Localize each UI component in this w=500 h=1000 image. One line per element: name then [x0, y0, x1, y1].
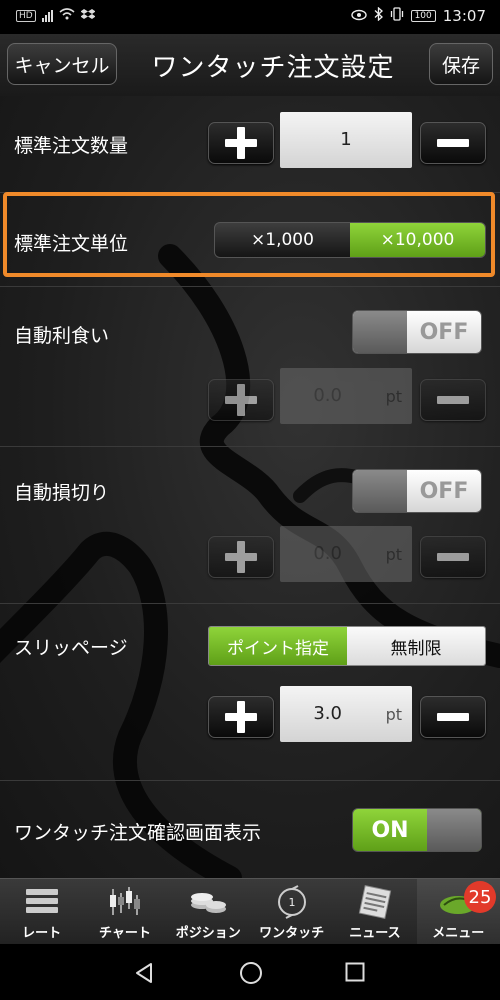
take-profit-label: 自動利食い [14, 325, 110, 347]
status-left: HD [16, 8, 96, 23]
tab-label: メニュー [432, 926, 485, 941]
unit-option-10000[interactable]: ×10,000 [350, 223, 485, 257]
tab-news[interactable]: ニュース [333, 879, 416, 945]
slippage-unit: pt [385, 705, 402, 724]
stop-loss-value-field[interactable]: 0.0 pt [280, 526, 412, 582]
toggle-state: OFF [419, 478, 469, 504]
dropbox-icon [80, 8, 96, 23]
slippage-segmented-control: ポイント指定 無制限 [208, 626, 486, 666]
stop-loss-unit: pt [385, 545, 402, 564]
toggle-state: ON [371, 817, 409, 843]
slippage-option-unlimited[interactable]: 無制限 [347, 627, 485, 665]
confirm-screen-label: ワンタッチ注文確認画面表示 [14, 822, 262, 844]
slippage-minus-button[interactable] [420, 696, 486, 738]
notification-badge: 25 [463, 881, 496, 913]
toggle-knob [427, 809, 481, 851]
wifi-icon [59, 8, 75, 23]
tab-label: ワンタッチ [259, 926, 325, 941]
newspaper-icon [358, 885, 392, 919]
tab-label: ニュース [349, 926, 401, 941]
stop-loss-label: 自動損切り [14, 482, 110, 504]
tab-label: ポジション [175, 926, 241, 941]
hd-badge: HD [16, 9, 36, 22]
stop-loss-toggle[interactable]: OFF [352, 469, 482, 513]
save-button[interactable]: 保存 [429, 43, 493, 85]
take-profit-unit: pt [385, 387, 402, 406]
home-icon[interactable] [239, 961, 263, 985]
status-right: 100 13:07 [350, 6, 486, 25]
recent-apps-icon[interactable] [345, 962, 365, 982]
take-profit-value: 0.0 [313, 385, 342, 406]
eye-icon [350, 7, 367, 25]
take-profit-toggle[interactable]: OFF [352, 310, 482, 354]
stop-loss-plus-button[interactable] [208, 536, 274, 578]
divider [0, 286, 500, 287]
tab-position[interactable]: ポジション [167, 879, 250, 945]
divider [0, 603, 500, 604]
bottom-tab-bar: レート チャート ポジション 1 ワンタッチ ニュース メニュー 25 [0, 878, 500, 945]
back-icon[interactable] [134, 962, 154, 984]
divider [0, 446, 500, 447]
quantity-minus-button[interactable] [420, 122, 486, 164]
tab-rate[interactable]: レート [0, 879, 83, 945]
bluetooth-icon [374, 6, 383, 25]
status-bar: HD 100 13:07 [0, 0, 500, 34]
take-profit-value-field[interactable]: 0.0 pt [280, 368, 412, 424]
slippage-value-field[interactable]: 3.0 pt [280, 686, 412, 742]
svg-text:1: 1 [288, 896, 295, 909]
clock: 13:07 [442, 7, 486, 25]
coins-icon [191, 893, 227, 913]
sell-buy-icon: 1 [277, 885, 306, 919]
slippage-value: 3.0 [313, 703, 342, 724]
divider [0, 780, 500, 781]
order-unit-segmented-control: ×1,000 ×10,000 [214, 222, 486, 258]
header-bar: キャンセル ワンタッチ注文設定 保存 [0, 34, 500, 97]
slippage-plus-button[interactable] [208, 696, 274, 738]
order-quantity-label: 標準注文数量 [14, 135, 129, 157]
order-unit-label: 標準注文単位 [14, 233, 129, 255]
system-nav-bar [0, 944, 500, 1000]
unit-option-1000[interactable]: ×1,000 [215, 223, 350, 257]
tab-label: レート [22, 926, 62, 941]
cancel-button[interactable]: キャンセル [7, 43, 117, 85]
toggle-knob [353, 470, 407, 512]
settings-panel: 標準注文数量 1 標準注文単位 ×1,000 ×10,000 自動利食い OFF… [0, 96, 500, 878]
vibrate-icon [390, 7, 404, 25]
rate-list-icon [25, 889, 58, 913]
battery-icon: 100 [410, 10, 436, 22]
candlestick-chart-icon [109, 887, 140, 915]
tab-chart[interactable]: チャート [83, 879, 166, 945]
quantity-plus-button[interactable] [208, 122, 274, 164]
slippage-option-points[interactable]: ポイント指定 [209, 627, 347, 665]
take-profit-minus-button[interactable] [420, 379, 486, 421]
tab-onetouch[interactable]: 1 ワンタッチ [250, 879, 333, 945]
tab-menu[interactable]: メニュー 25 [416, 879, 500, 945]
page-title: ワンタッチ注文設定 [151, 53, 395, 83]
take-profit-plus-button[interactable] [208, 379, 274, 421]
signal-icon [41, 9, 53, 22]
stop-loss-value: 0.0 [313, 543, 342, 564]
confirm-screen-toggle[interactable]: ON [352, 808, 482, 852]
slippage-label: スリッページ [14, 637, 128, 659]
quantity-value: 1 [340, 129, 352, 150]
toggle-knob [353, 311, 407, 353]
quantity-value-field[interactable]: 1 [280, 112, 412, 168]
toggle-state: OFF [419, 319, 469, 345]
stop-loss-minus-button[interactable] [420, 536, 486, 578]
tab-label: チャート [99, 926, 151, 941]
